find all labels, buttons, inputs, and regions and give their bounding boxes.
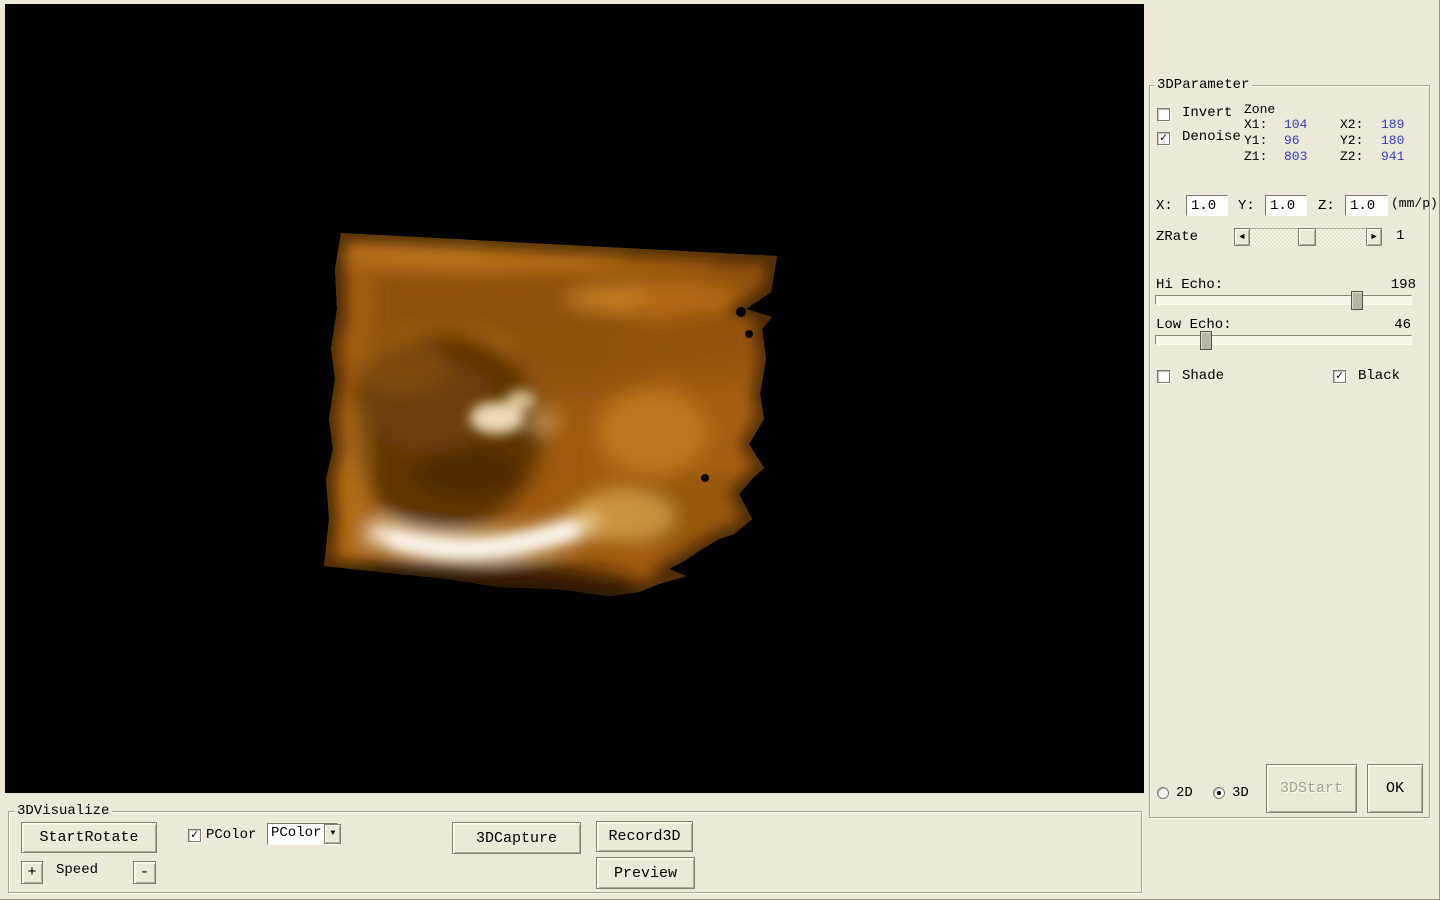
- zone-z2-value: 941: [1381, 149, 1405, 164]
- pcolor-checkbox-label: PColor: [206, 827, 257, 843]
- zrate-left-arrow[interactable]: ◄: [1234, 228, 1250, 246]
- start-rotate-button[interactable]: StartRotate: [21, 822, 157, 853]
- scale-y-label: Y:: [1238, 198, 1255, 214]
- pcolor-dropdown-value: PColor: [271, 825, 322, 841]
- zrate-thumb[interactable]: [1298, 228, 1316, 246]
- zone-x2-value: 189: [1381, 117, 1405, 132]
- zrate-label: ZRate: [1156, 229, 1199, 245]
- low-echo-value: 46: [1394, 317, 1411, 333]
- 3dcapture-button[interactable]: 3DCapture: [452, 822, 581, 854]
- render-viewport[interactable]: [5, 4, 1144, 793]
- scale-unit-label: (mm/p): [1391, 196, 1438, 211]
- scale-y-input[interactable]: [1265, 195, 1307, 216]
- zrate-value: 1: [1396, 228, 1405, 244]
- hi-echo-value: 198: [1390, 277, 1416, 293]
- scale-x-input[interactable]: [1186, 195, 1228, 216]
- speed-minus-button[interactable]: -: [133, 861, 156, 884]
- scale-z-input[interactable]: [1345, 195, 1388, 216]
- shade-label: Shade: [1182, 368, 1225, 384]
- zone-y2-label: Y2:: [1340, 133, 1364, 148]
- mode-3d-label: 3D: [1232, 785, 1249, 801]
- record3d-button[interactable]: Record3D: [596, 821, 693, 852]
- zone-label: Zone: [1244, 102, 1276, 117]
- mode-2d-label: 2D: [1176, 785, 1193, 801]
- scale-x-label: X:: [1156, 198, 1173, 214]
- zone-x1-label: X1:: [1244, 117, 1268, 132]
- visualize-group-title: 3DVisualize: [14, 804, 113, 818]
- denoise-checkbox[interactable]: ✓: [1157, 132, 1170, 145]
- invert-checkbox[interactable]: [1157, 108, 1170, 121]
- zrate-right-arrow[interactable]: ►: [1366, 228, 1382, 246]
- scale-z-label: Z:: [1318, 198, 1335, 214]
- hi-echo-track[interactable]: [1155, 295, 1412, 305]
- low-echo-label: Low Echo:: [1156, 317, 1232, 333]
- zone-z1-label: Z1:: [1244, 149, 1268, 164]
- app-window: { "viewport": { "description": "3D ultra…: [0, 0, 1440, 900]
- black-checkbox[interactable]: ✓: [1333, 370, 1346, 383]
- zone-x2-label: X2:: [1340, 117, 1364, 132]
- zrate-scrollbar: ◄ ►: [1234, 228, 1382, 246]
- pcolor-checkbox[interactable]: ✓: [188, 829, 201, 842]
- parameter-group-title: 3DParameter: [1154, 78, 1253, 92]
- zone-z2-label: Z2:: [1340, 149, 1364, 164]
- zone-y1-label: Y1:: [1244, 133, 1268, 148]
- mode-3d-radio[interactable]: [1213, 787, 1225, 799]
- preview-button[interactable]: Preview: [596, 857, 695, 889]
- denoise-label: Denoise: [1182, 129, 1241, 145]
- shade-checkbox[interactable]: [1157, 370, 1170, 383]
- hi-echo-thumb[interactable]: [1351, 291, 1363, 310]
- mode-2d-radio[interactable]: [1157, 787, 1169, 799]
- zone-y2-value: 180: [1381, 133, 1405, 148]
- zrate-track[interactable]: [1250, 228, 1366, 246]
- low-echo-track[interactable]: [1155, 335, 1412, 345]
- invert-label: Invert: [1182, 105, 1233, 121]
- zone-z1-value: 803: [1284, 149, 1308, 164]
- zone-x1-value: 104: [1284, 117, 1308, 132]
- speed-label: Speed: [56, 862, 99, 878]
- speed-plus-button[interactable]: +: [21, 861, 43, 884]
- ok-button[interactable]: OK: [1367, 764, 1423, 813]
- black-label: Black: [1358, 368, 1401, 384]
- 3dstart-button[interactable]: 3DStart: [1266, 764, 1357, 813]
- zone-y1-value: 96: [1284, 133, 1300, 148]
- low-echo-thumb[interactable]: [1200, 331, 1212, 350]
- hi-echo-label: Hi Echo:: [1156, 277, 1224, 293]
- chevron-down-icon[interactable]: ▼: [324, 824, 342, 844]
- ultrasound-render: [324, 233, 777, 596]
- pcolor-dropdown[interactable]: PColor ▼: [267, 823, 342, 845]
